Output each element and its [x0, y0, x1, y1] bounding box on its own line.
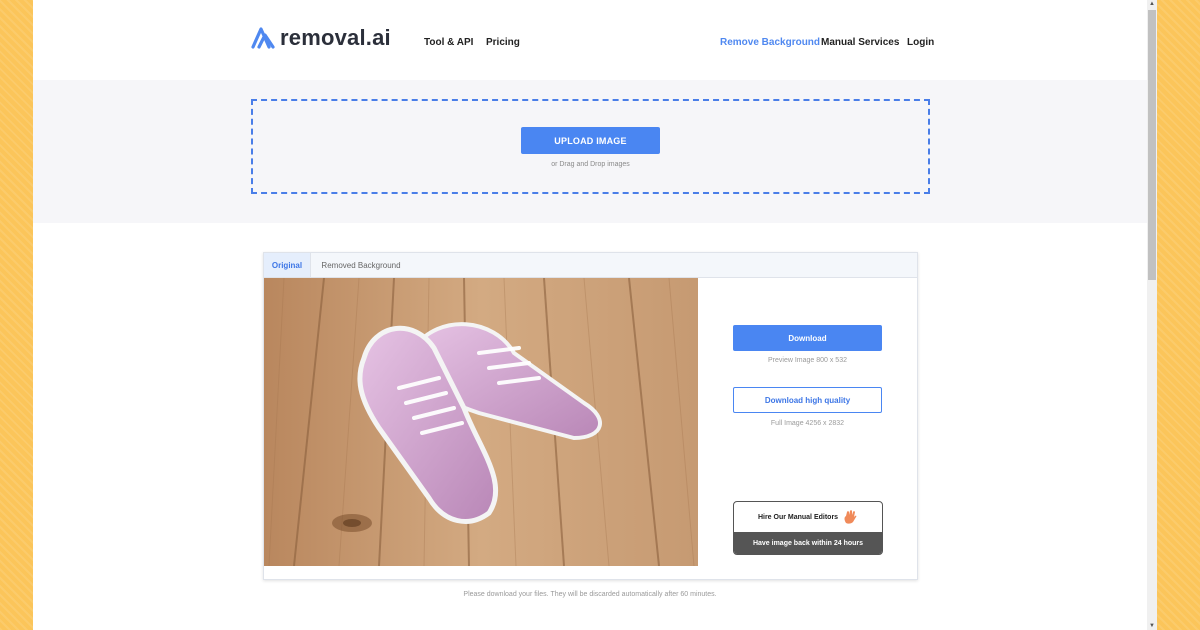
site-header: removal.ai Tool & API Pricing Remove Bac…	[33, 0, 1147, 80]
nav-remove-background[interactable]: Remove Background	[720, 37, 820, 48]
drop-zone[interactable]: UPLOAD IMAGE or Drag and Drop images	[251, 99, 930, 194]
discard-notice: Please download your files. They will be…	[463, 591, 717, 598]
nav-login[interactable]: Login	[907, 37, 934, 48]
nav-tool-api[interactable]: Tool & API	[424, 37, 473, 48]
upload-section: UPLOAD IMAGE or Drag and Drop images	[33, 80, 1147, 223]
hire-editors-subtitle: Have image back within 24 hours	[734, 532, 882, 554]
nav-manual-services[interactable]: Manual Services	[821, 37, 899, 48]
download-button[interactable]: Download	[733, 325, 882, 351]
logo[interactable]: removal.ai	[250, 25, 391, 51]
tab-original[interactable]: Original	[264, 253, 311, 277]
hire-editors-title: Hire Our Manual Editors	[757, 513, 839, 521]
result-panel: Original Removed Background Download Pre…	[263, 252, 918, 580]
scroll-thumb[interactable]	[1148, 10, 1156, 280]
scroll-down-icon[interactable]: ▼	[1147, 622, 1157, 630]
download-high-quality-button[interactable]: Download high quality	[733, 387, 882, 413]
nav-pricing[interactable]: Pricing	[486, 37, 520, 48]
logo-text: removal.ai	[280, 25, 391, 50]
original-image	[264, 278, 698, 566]
preview-image-info: Preview Image 800 x 532	[768, 357, 847, 364]
waving-hand-icon	[844, 510, 857, 524]
full-image-info: Full Image 4256 x 2832	[770, 420, 845, 427]
hire-editors-title-row: Hire Our Manual Editors	[734, 502, 882, 532]
hire-editors-card[interactable]: Hire Our Manual Editors Have image back …	[733, 501, 883, 555]
tab-removed-background[interactable]: Removed Background	[311, 253, 411, 277]
logo-icon	[251, 27, 275, 49]
shoe-photo	[264, 278, 698, 566]
page-scrollbar[interactable]: ▲ ▼	[1147, 0, 1157, 630]
page: removal.ai Tool & API Pricing Remove Bac…	[33, 0, 1147, 630]
result-tabs: Original Removed Background	[264, 253, 917, 278]
drag-drop-hint: or Drag and Drop images	[551, 161, 630, 168]
upload-image-button[interactable]: UPLOAD IMAGE	[521, 127, 660, 154]
scroll-up-icon[interactable]: ▲	[1147, 0, 1157, 8]
